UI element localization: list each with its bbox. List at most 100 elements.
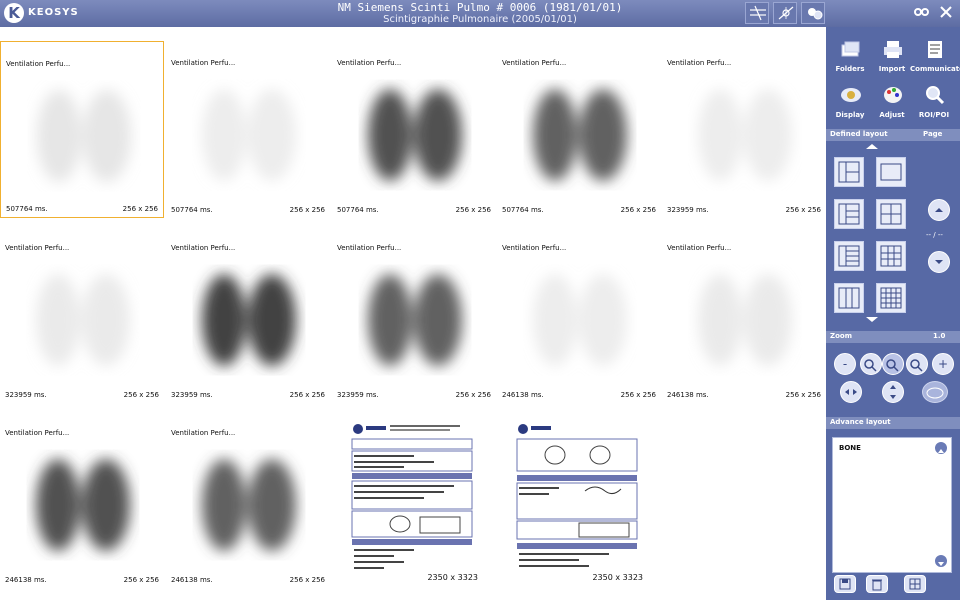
palette-icon — [884, 87, 902, 103]
layout-scroll-down-icon[interactable] — [832, 316, 912, 324]
lung-scan-image — [202, 89, 296, 181]
page-up-button[interactable] — [928, 199, 950, 221]
adjust-button[interactable]: Adjust — [872, 81, 912, 125]
scan-duration: 323959 ms. — [337, 391, 379, 399]
scan-cell[interactable]: Ventilation Perfu... 246138 ms. 256 x 256 — [166, 411, 330, 588]
scan-duration: 507764 ms. — [337, 206, 379, 214]
scan-cell[interactable]: Ventilation Perfu... 323959 ms. 256 x 256 — [332, 226, 496, 403]
eye-icon — [841, 88, 861, 102]
magnifier-2-icon — [910, 359, 923, 372]
zoom-fit-button[interactable] — [860, 353, 882, 375]
document-size: 2350 x 3323 — [592, 573, 643, 582]
fit-height-button[interactable] — [882, 381, 904, 403]
scan-cell[interactable]: Ventilation Perfu... 246138 ms. 256 x 256 — [0, 411, 164, 588]
scan-matrix-size: 256 x 256 — [785, 391, 821, 399]
zoom-out-button[interactable]: - — [834, 353, 856, 375]
zoom-header: Zoom 1.0 — [826, 331, 960, 343]
layout-scroll-up-icon[interactable] — [832, 143, 912, 151]
defined-layout-header: Defined layout Page — [826, 129, 960, 141]
magnifier-1-icon — [886, 359, 899, 372]
delete-layout-button[interactable] — [866, 575, 888, 593]
scan-cell[interactable]: Ventilation Perfu... 507764 ms. 256 x 256 — [0, 41, 164, 218]
document-size: 2350 x 3323 — [427, 573, 478, 582]
scan-cell[interactable]: Ventilation Perfu... 246138 ms. 256 x 256 — [662, 226, 826, 403]
layout-option-8[interactable] — [876, 283, 906, 313]
document-icon — [928, 41, 942, 58]
scan-matrix-size: 256 x 256 — [289, 391, 325, 399]
scan-matrix-size: 256 x 256 — [785, 206, 821, 214]
crosshair-button[interactable] — [773, 2, 797, 24]
import-button[interactable]: Import — [872, 35, 912, 79]
settings-icon — [914, 8, 929, 16]
advance-layout-item-bone[interactable]: BONE — [839, 444, 861, 452]
zoom-1x-button[interactable] — [882, 353, 904, 375]
page-down-button[interactable] — [928, 251, 950, 273]
scan-duration: 246138 ms. — [502, 391, 544, 399]
lung-scan-image — [368, 89, 462, 181]
printer-icon — [884, 41, 902, 58]
document-cell-2[interactable]: 2350 x 3323 — [497, 411, 661, 588]
roi-poi-button[interactable]: ROI/POI — [914, 81, 954, 125]
scan-cell[interactable]: Ventilation Perfu... 246138 ms. 256 x 256 — [497, 226, 661, 403]
scan-duration: 246138 ms. — [667, 391, 709, 399]
lung-scan-image — [36, 274, 130, 366]
scan-label: Ventilation Perfu... — [502, 244, 567, 252]
advance-scroll-down[interactable] — [934, 554, 948, 568]
page-indicator: -- / -- — [926, 231, 943, 239]
advance-layout-list[interactable]: BONE — [832, 437, 952, 573]
save-layout-button[interactable] — [834, 575, 856, 593]
communicate-button[interactable]: Communicate — [910, 35, 960, 79]
tool-panel: Folders Import Communicate Display Adjus… — [826, 27, 960, 600]
scan-duration: 507764 ms. — [6, 205, 48, 213]
scan-cell[interactable]: Ventilation Perfu... 323959 ms. 256 x 256 — [662, 41, 826, 218]
layout-lines-icon — [750, 5, 766, 21]
vertical-arrows-icon — [890, 385, 896, 399]
logo-k-icon: K — [4, 3, 24, 23]
title-bar: K KEOSYS NM Siemens Scinti Pulmo # 0006 … — [0, 0, 960, 27]
scan-duration: 507764 ms. — [502, 206, 544, 214]
keosys-logo: K KEOSYS — [4, 3, 79, 24]
scan-matrix-size: 256 x 256 — [620, 391, 656, 399]
horizontal-arrows-icon — [845, 389, 857, 395]
scan-label: Ventilation Perfu... — [5, 429, 70, 437]
scan-cell[interactable]: Ventilation Perfu... 323959 ms. 256 x 256 — [0, 226, 164, 403]
document-cell-1[interactable]: 2350 x 3323 — [332, 411, 496, 588]
lung-scan-image — [37, 90, 131, 182]
display-button[interactable]: Display — [830, 81, 870, 125]
grid-icon — [909, 578, 921, 590]
layout-lines-button[interactable] — [745, 2, 769, 24]
zoom-lens-button[interactable] — [922, 381, 948, 403]
layout-option-5[interactable] — [834, 241, 864, 271]
lung-scan-image — [698, 274, 792, 366]
layout-option-7[interactable] — [834, 283, 864, 313]
layout-option-6[interactable] — [876, 241, 906, 271]
window-title: NM Siemens Scinti Pulmo # 0006 (1981/01/… — [337, 1, 623, 14]
crosshair-icon — [778, 6, 794, 20]
close-button[interactable] — [934, 2, 958, 24]
scan-duration: 246138 ms. — [5, 576, 47, 584]
scan-cell[interactable]: Ventilation Perfu... 507764 ms. 256 x 256 — [332, 41, 496, 218]
scan-matrix-size: 256 x 256 — [123, 576, 159, 584]
settings-button[interactable] — [909, 2, 933, 24]
scan-cell[interactable]: Ventilation Perfu... 507764 ms. 256 x 256 — [166, 41, 330, 218]
fit-width-button[interactable] — [840, 381, 862, 403]
layout-option-1[interactable] — [834, 157, 864, 187]
scan-cell[interactable]: Ventilation Perfu... 507764 ms. 256 x 256 — [497, 41, 661, 218]
logo-text: KEOSYS — [28, 7, 79, 18]
image-viewer[interactable]: Ventilation Perfu... 507764 ms. 256 x 256 V… — [0, 27, 826, 600]
folders-button[interactable]: Folders — [830, 35, 870, 79]
layout-option-3[interactable] — [834, 199, 864, 229]
grid-layout-button[interactable] — [904, 575, 926, 593]
scan-matrix-size: 256 x 256 — [620, 206, 656, 214]
scan-cell[interactable]: Ventilation Perfu... 323959 ms. 256 x 256 — [166, 226, 330, 403]
zoom-2x-button[interactable] — [906, 353, 928, 375]
zoom-person-button[interactable] — [801, 2, 825, 24]
scan-label: Ventilation Perfu... — [171, 429, 236, 437]
zoom-in-button[interactable]: + — [932, 353, 954, 375]
scan-label: Ventilation Perfu... — [337, 244, 402, 252]
advance-scroll-up[interactable] — [934, 441, 948, 455]
magnifier-0-icon — [864, 359, 877, 372]
layout-option-4[interactable] — [876, 199, 906, 229]
layout-option-2[interactable] — [876, 157, 906, 187]
close-icon — [940, 6, 952, 18]
